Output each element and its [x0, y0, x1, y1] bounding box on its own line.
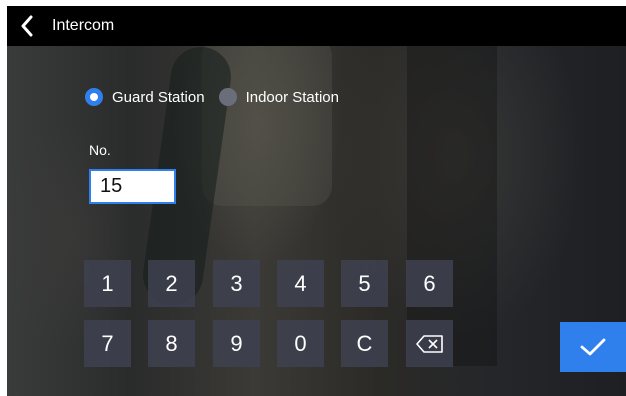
radio-label: Guard Station	[112, 88, 205, 106]
key-0[interactable]: 0	[277, 320, 324, 367]
key-3[interactable]: 3	[213, 260, 260, 307]
key-9[interactable]: 9	[213, 320, 260, 367]
key-4[interactable]: 4	[277, 260, 324, 307]
key-7[interactable]: 7	[84, 320, 131, 367]
radio-guard-station[interactable]: Guard Station	[85, 88, 205, 106]
radio-selected-icon	[85, 88, 103, 106]
checkmark-icon	[580, 338, 606, 356]
key-5[interactable]: 5	[341, 260, 388, 307]
intercom-screen: Intercom Guard Station Indoor Station No…	[7, 6, 626, 396]
key-6[interactable]: 6	[406, 260, 453, 307]
page-title: Intercom	[52, 17, 115, 34]
radio-label: Indoor Station	[245, 88, 339, 106]
backspace-button[interactable]	[406, 320, 453, 367]
backspace-icon	[415, 334, 443, 353]
title-bar: Intercom	[7, 6, 626, 46]
number-label: No.	[89, 142, 111, 158]
key-8[interactable]: 8	[148, 320, 195, 367]
confirm-button[interactable]	[560, 322, 626, 372]
back-button[interactable]	[7, 6, 47, 46]
key-2[interactable]: 2	[148, 260, 195, 307]
radio-unselected-icon	[218, 88, 237, 106]
background-decor	[407, 46, 497, 366]
key-1[interactable]: 1	[84, 260, 131, 307]
chevron-left-icon	[21, 15, 33, 37]
radio-indoor-station[interactable]: Indoor Station	[218, 88, 339, 106]
key-clear[interactable]: C	[341, 320, 388, 367]
station-type-selector: Guard Station Indoor Station	[85, 88, 339, 106]
number-input[interactable]	[89, 169, 176, 204]
